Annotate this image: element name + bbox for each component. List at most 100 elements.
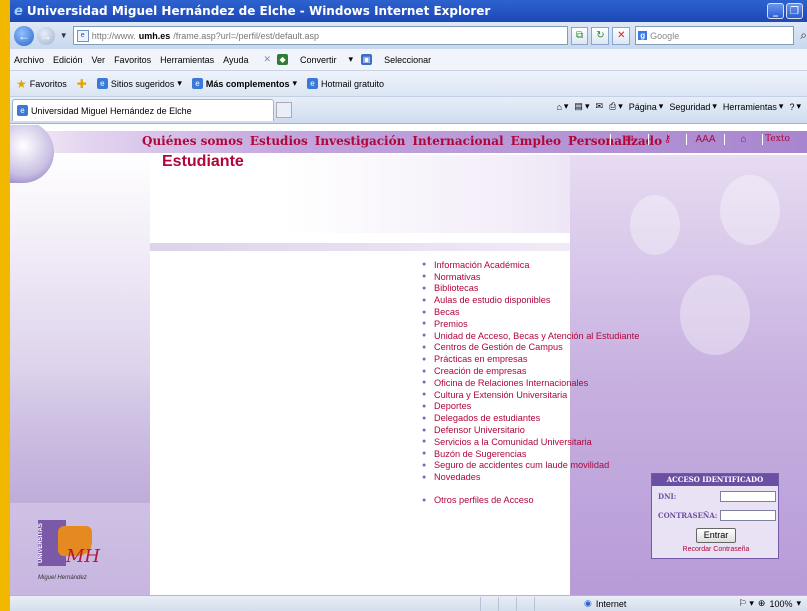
back-button[interactable]: ← [14,25,34,46]
list-item[interactable]: ● Centros de Gestión de Campus [422,342,722,354]
favorites-label: Favoritos [29,78,67,89]
list-item[interactable]: ● Buzón de Sugerencias [422,448,722,460]
search-icon[interactable]: ⌕ [800,28,807,43]
forward-button[interactable]: → [36,26,55,45]
bullet-icon: ● [422,332,427,340]
nav-estudios[interactable]: Estudios [250,134,308,148]
search-input[interactable]: g Google [635,26,795,45]
tab-favicon: e [17,105,28,116]
close-toolbar-icon[interactable]: ✕ [263,54,271,65]
bullet-icon: ● [422,284,427,292]
home-icon[interactable]: ⌂ [724,134,762,145]
suggested-sites-link[interactable]: e Sitios sugeridos ▾ [96,78,182,89]
list-item[interactable]: ● Defensor Universitario [422,424,722,436]
help-button[interactable]: ? ▾ [789,101,801,112]
title-bar: e Universidad Miguel Hernández de Elche … [10,0,807,22]
password-field[interactable] [720,510,776,521]
list-item[interactable]: ● Aulas de estudio disponibles [422,294,722,306]
print-button[interactable]: ⎙ ▾ [609,101,623,112]
list-item[interactable]: ● Creación de empresas [422,365,722,377]
zoom-icon: ⊕ [757,598,766,608]
bullet-icon: ● [422,450,427,458]
hotmail-link[interactable]: e Hotmail gratuito [306,78,385,89]
refresh-icon[interactable]: ↻ [591,26,610,45]
text-version-link[interactable]: Texto [762,134,792,145]
tools-menu[interactable]: Herramientas ▾ [723,101,784,112]
url-path: /frame.asp?url=/perfil/est/default.asp [173,30,320,41]
menu-edicion[interactable]: Edición [53,55,83,65]
link-label: Premios [434,318,468,329]
status-cell [498,596,516,611]
bullet-icon: ● [422,379,427,387]
dni-field[interactable] [720,491,776,502]
home-button[interactable]: ⌂ ▾ [556,101,568,112]
ie-page-icon: e [191,78,203,89]
add-favorite-icon: ✚ [76,76,87,91]
list-item[interactable]: ● Cultura y Extensión Universitaria [422,389,722,401]
feeds-button[interactable]: ▤ ▾ [574,101,589,112]
compat-view-icon[interactable]: ⧉ [570,26,589,45]
link-label: Unidad de Acceso, Becas y Atención al Es… [434,330,640,341]
bullet-icon: ● [422,320,427,328]
page-menu[interactable]: Página ▾ [629,101,664,112]
list-item[interactable]: ● Bibliotecas [422,283,722,295]
maximize-button[interactable]: ❐ [786,3,803,19]
link-label: Novedades [434,472,481,483]
stop-icon[interactable]: ✕ [612,26,631,45]
more-addons-link[interactable]: e Más complementos ▾ [191,78,297,89]
list-item[interactable]: ● Oficina de Relaciones Internacionales [422,377,722,389]
security-menu[interactable]: Seguridad ▾ [669,101,717,112]
menu-herramientas[interactable]: Herramientas [160,55,214,65]
bullet-icon: ● [422,355,427,363]
list-item[interactable]: ● Delegados de estudiantes [422,412,722,424]
bullet-icon: ● [422,391,427,399]
menu-ver[interactable]: Ver [92,55,106,65]
key-icon[interactable]: ⚷ [648,134,686,145]
font-size-button[interactable]: AAA [686,134,724,145]
link-label: Normativas [434,271,481,282]
bullet-icon: ● [422,261,427,269]
list-item[interactable]: ● Seguro de accidentes cum laude movilida… [422,460,722,472]
seleccionar-button[interactable]: ▣ Seleccionar [361,54,440,65]
hotmail-label: Hotmail gratuito [320,78,385,89]
bullet-icon: ● [422,308,427,316]
address-input[interactable]: e http://www. umh.es/frame.asp?url=/perfi… [72,26,568,45]
favorites-button[interactable]: ★ Favoritos [16,77,67,91]
list-item[interactable]: ● Servicios a la Comunidad Universitaria [422,436,722,448]
minimize-button[interactable]: _ [767,3,784,19]
menu-favoritos[interactable]: Favoritos [114,55,151,65]
security-zone[interactable]: ◉ Internet [584,598,626,609]
google-icon: g [638,31,648,40]
photo-figure [630,195,680,255]
nav-internacional[interactable]: Internacional [412,134,503,148]
add-favorite-button[interactable]: ✚ [77,77,87,91]
zoom-control[interactable]: ⚐ ▾ ⊕ 100% ▾ [739,598,801,609]
new-tab-button[interactable] [276,102,292,118]
list-item[interactable]: ● Becas [422,306,722,318]
nav-investigacion[interactable]: Investigación [315,134,406,148]
link-label: Otros perfiles de Acceso [434,495,534,506]
umh-logo: UNIVERSITAS MH Miguel Hernández [38,520,108,586]
page-icon: e [76,29,89,42]
list-item[interactable]: ● Premios [422,318,722,330]
nav-empleo[interactable]: Empleo [511,134,561,148]
menu-archivo[interactable]: Archivo [14,55,44,65]
mail-icon[interactable]: ✉ [610,134,648,145]
list-item[interactable]: ● Prácticas en empresas [422,353,722,365]
list-item[interactable]: ● Deportes [422,401,722,413]
site-tools: ✉ ⚷ AAA ⌂ Texto [610,134,792,145]
nav-quienes-somos[interactable]: Quiénes somos [142,134,243,148]
tab-umh[interactable]: e Universidad Miguel Hernández de Elche [12,99,274,121]
link-label: Delegados de estudiantes [434,413,541,424]
mail-button[interactable]: ✉ [595,101,603,112]
convertir-button[interactable]: ◆ Convertir ▾ [277,54,353,65]
history-dropdown-icon[interactable]: ▼ [60,31,68,40]
bullet-icon: ● [422,496,427,504]
tab-title: Universidad Miguel Hernández de Elche [31,105,192,116]
list-item[interactable]: ● Información Académica [422,259,722,271]
menu-ayuda[interactable]: Ayuda [223,55,248,65]
forgot-password-link[interactable]: Recordar Contraseña [652,546,780,553]
list-item[interactable]: ● Normativas [422,271,722,283]
list-item[interactable]: ● Unidad de Acceso, Becas y Atención al E… [422,330,722,342]
login-button[interactable]: Entrar [696,528,736,543]
